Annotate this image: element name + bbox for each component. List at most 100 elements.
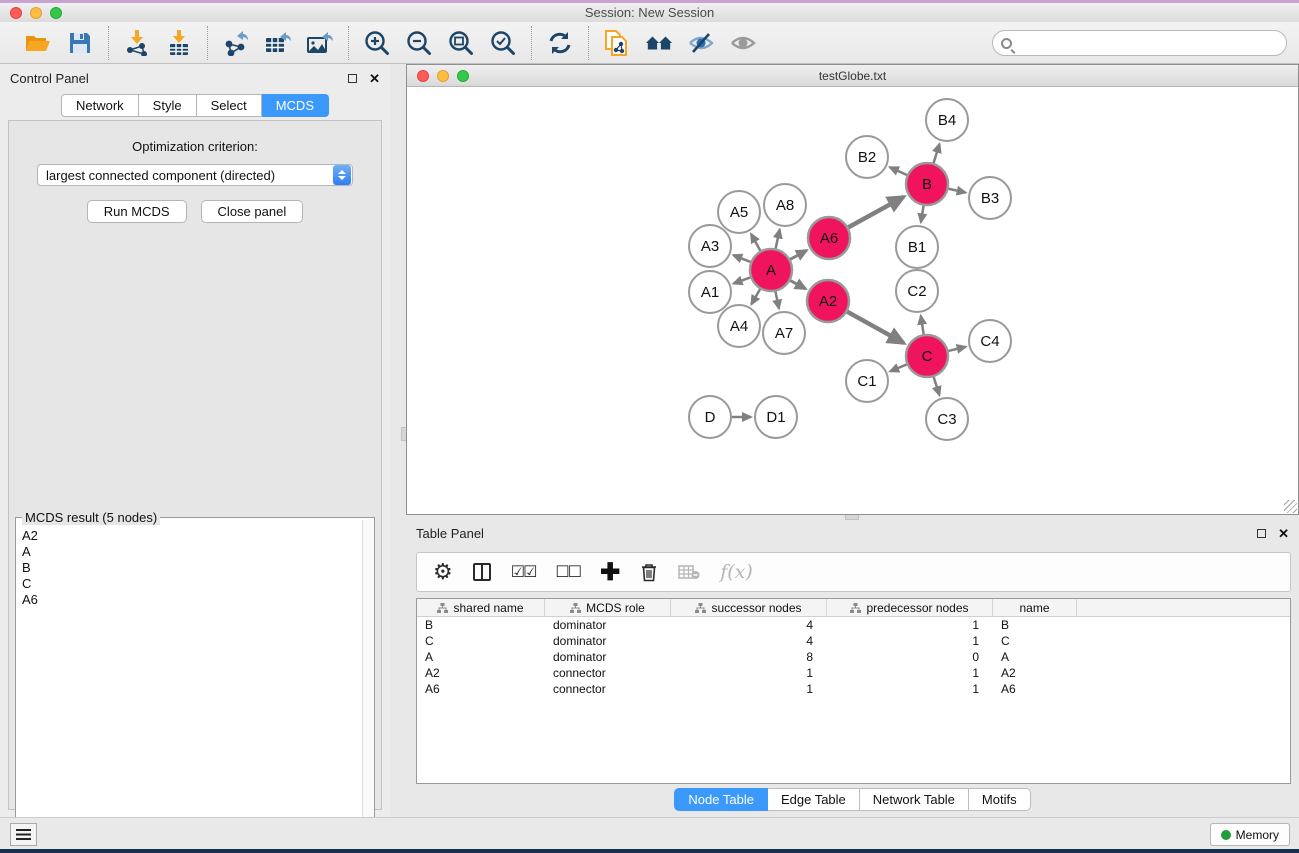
cell-mcds-role[interactable]: connector bbox=[545, 682, 671, 696]
edge-C-C1[interactable] bbox=[890, 364, 907, 371]
table-row[interactable]: C dominator 4 1 C bbox=[417, 633, 1290, 649]
table-row[interactable]: A dominator 8 0 A bbox=[417, 649, 1290, 665]
result-item[interactable]: A bbox=[22, 544, 370, 560]
table-row[interactable]: B dominator 4 1 B bbox=[417, 617, 1290, 633]
show-hidden-eye-icon[interactable] bbox=[729, 29, 757, 57]
edge-B-B1[interactable] bbox=[921, 206, 924, 223]
edge-A-A2[interactable] bbox=[790, 281, 805, 289]
criterion-select[interactable]: largest connected component (directed) bbox=[37, 164, 353, 186]
close-panel-button[interactable]: Close panel bbox=[201, 200, 304, 223]
cell-successor-nodes[interactable]: 4 bbox=[671, 634, 827, 648]
edge-A-A6[interactable] bbox=[790, 250, 806, 259]
cell-shared-name[interactable]: C bbox=[417, 634, 545, 648]
search-box[interactable] bbox=[992, 30, 1287, 56]
result-item[interactable]: B bbox=[22, 560, 370, 576]
task-history-button[interactable] bbox=[10, 823, 37, 846]
export-table-icon[interactable] bbox=[264, 29, 292, 57]
cell-shared-name[interactable]: B bbox=[417, 618, 545, 632]
cell-successor-nodes[interactable]: 1 bbox=[671, 682, 827, 696]
close-table-panel-icon[interactable]: ✕ bbox=[1278, 527, 1289, 540]
network-graph[interactable]: B4B2BB3A8A5A6A3B1AA1C2A2A4A7C4CC1C3DD1 bbox=[407, 87, 1298, 514]
tab-select[interactable]: Select bbox=[197, 94, 262, 117]
cell-name[interactable]: B bbox=[993, 618, 1077, 632]
zoom-in-icon[interactable] bbox=[363, 29, 391, 57]
cell-name[interactable]: A6 bbox=[993, 682, 1077, 696]
edge-A-A4[interactable] bbox=[751, 289, 760, 304]
column-header-mcds-role[interactable]: MCDS role bbox=[545, 599, 671, 616]
cell-predecessor-nodes[interactable]: 0 bbox=[827, 650, 993, 664]
cell-predecessor-nodes[interactable]: 1 bbox=[827, 666, 993, 680]
edge-C-C2[interactable] bbox=[921, 316, 924, 335]
cell-mcds-role[interactable]: connector bbox=[545, 666, 671, 680]
cell-shared-name[interactable]: A2 bbox=[417, 666, 545, 680]
select-all-icon[interactable]: ☑☑ bbox=[511, 562, 536, 582]
edge-A-A7[interactable] bbox=[775, 292, 779, 309]
table-settings-gear-icon[interactable]: ⚙ bbox=[433, 559, 453, 585]
cell-shared-name[interactable]: A bbox=[417, 650, 545, 664]
table-row[interactable]: A2 connector 1 1 A2 bbox=[417, 665, 1290, 681]
edge-A-A3[interactable] bbox=[733, 255, 750, 262]
cell-predecessor-nodes[interactable]: 1 bbox=[827, 618, 993, 632]
table-row[interactable]: A6 connector 1 1 A6 bbox=[417, 681, 1290, 697]
edge-A-A1[interactable] bbox=[734, 277, 751, 283]
save-session-icon[interactable] bbox=[66, 29, 94, 57]
hide-selected-icon[interactable] bbox=[687, 29, 715, 57]
edge-A-A8[interactable] bbox=[776, 229, 780, 248]
import-table-icon[interactable] bbox=[165, 29, 193, 57]
edge-B-B2[interactable] bbox=[890, 167, 907, 175]
tab-mcds[interactable]: MCDS bbox=[262, 94, 329, 117]
column-header-name[interactable]: name bbox=[993, 599, 1077, 616]
deselect-all-icon[interactable]: ☐☐ bbox=[555, 562, 580, 582]
tab-edge-table[interactable]: Edge Table bbox=[768, 788, 860, 811]
edge-A-A5[interactable] bbox=[751, 234, 760, 251]
node-table[interactable]: shared name MCDS role successor nodes pr… bbox=[416, 598, 1291, 784]
new-network-from-selection-icon[interactable] bbox=[603, 29, 631, 57]
open-folder-icon[interactable] bbox=[24, 29, 52, 57]
result-item[interactable]: A6 bbox=[22, 592, 370, 608]
zoom-fit-icon[interactable] bbox=[447, 29, 475, 57]
cell-predecessor-nodes[interactable]: 1 bbox=[827, 682, 993, 696]
show-columns-icon[interactable] bbox=[473, 563, 491, 581]
run-mcds-button[interactable]: Run MCDS bbox=[87, 200, 187, 223]
column-header-successor-nodes[interactable]: successor nodes bbox=[671, 599, 827, 616]
column-header-shared-name[interactable]: shared name bbox=[417, 599, 545, 616]
refresh-layout-icon[interactable] bbox=[546, 29, 574, 57]
delete-column-trash-icon[interactable] bbox=[640, 562, 658, 582]
import-network-icon[interactable] bbox=[123, 29, 151, 57]
table-header-row[interactable]: shared name MCDS role successor nodes pr… bbox=[417, 599, 1290, 617]
edge-B-B4[interactable] bbox=[934, 144, 940, 163]
export-image-icon[interactable] bbox=[306, 29, 334, 57]
cell-successor-nodes[interactable]: 8 bbox=[671, 650, 827, 664]
cell-name[interactable]: C bbox=[993, 634, 1077, 648]
zoom-selected-icon[interactable] bbox=[489, 29, 517, 57]
cell-name[interactable]: A bbox=[993, 650, 1077, 664]
cell-name[interactable]: A2 bbox=[993, 666, 1077, 680]
edge-C-C3[interactable] bbox=[934, 377, 940, 395]
tab-node-table[interactable]: Node Table bbox=[674, 788, 768, 811]
memory-button[interactable]: Memory bbox=[1210, 823, 1290, 846]
cell-shared-name[interactable]: A6 bbox=[417, 682, 545, 696]
tab-style[interactable]: Style bbox=[139, 94, 197, 117]
cell-successor-nodes[interactable]: 1 bbox=[671, 666, 827, 680]
zoom-out-icon[interactable] bbox=[405, 29, 433, 57]
tab-network[interactable]: Network bbox=[61, 94, 139, 117]
network-window-titlebar[interactable]: testGlobe.txt bbox=[407, 65, 1298, 87]
tab-motifs[interactable]: Motifs bbox=[969, 788, 1031, 811]
edge-A6-B[interactable] bbox=[848, 197, 903, 228]
column-header-predecessor-nodes[interactable]: predecessor nodes bbox=[827, 599, 993, 616]
result-scrollbar[interactable] bbox=[362, 520, 374, 852]
mcds-result-list[interactable]: A2 A B C A6 bbox=[16, 518, 374, 612]
tab-network-table[interactable]: Network Table bbox=[860, 788, 969, 811]
network-canvas[interactable]: B4B2BB3A8A5A6A3B1AA1C2A2A4A7C4CC1C3DD1 bbox=[407, 87, 1298, 514]
first-neighbors-icon[interactable] bbox=[645, 29, 673, 57]
cell-mcds-role[interactable]: dominator bbox=[545, 634, 671, 648]
float-table-panel-icon[interactable] bbox=[1257, 529, 1266, 538]
close-panel-icon[interactable]: ✕ bbox=[369, 72, 380, 85]
export-network-icon[interactable] bbox=[222, 29, 250, 57]
cell-successor-nodes[interactable]: 4 bbox=[671, 618, 827, 632]
edge-B-B3[interactable] bbox=[948, 189, 965, 193]
result-item[interactable]: A2 bbox=[22, 528, 370, 544]
result-item[interactable]: C bbox=[22, 576, 370, 592]
edge-C-C4[interactable] bbox=[948, 347, 965, 351]
float-panel-icon[interactable] bbox=[348, 74, 357, 83]
